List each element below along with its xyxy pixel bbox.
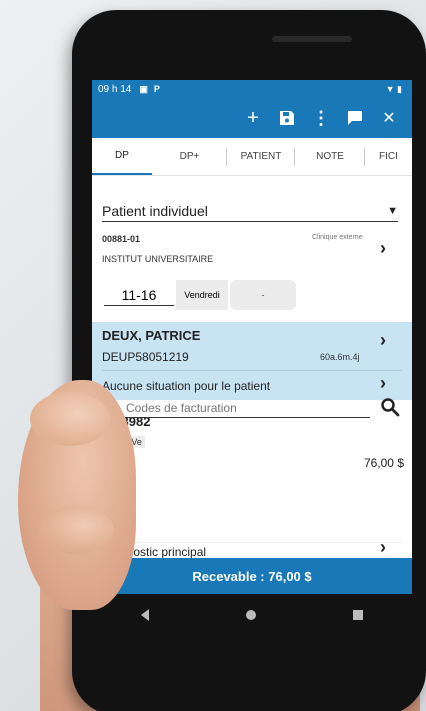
notification-icon: ▣	[139, 83, 148, 94]
receivable-bar: Recevable : 76,00 $	[92, 558, 412, 594]
patient-type-select[interactable]: Patient individuel ▼	[102, 200, 398, 222]
situation-chevron-icon[interactable]: ›	[380, 373, 386, 394]
patient-type-value: Patient individuel	[102, 202, 208, 219]
finger-top	[30, 392, 110, 446]
message-button[interactable]	[338, 101, 372, 135]
facility-name: INSTITUT UNIVERSITAIRE	[102, 254, 214, 264]
patient-id: DEUP58051219	[102, 350, 189, 364]
save-icon	[280, 111, 294, 125]
wifi-battery-icon: ▼ ▮	[385, 83, 402, 94]
billing-codes-input[interactable]: Codes de facturation	[126, 398, 370, 418]
app-p-icon: P	[153, 84, 160, 94]
extra-pill[interactable]: -	[230, 280, 296, 310]
dropdown-caret-icon: ▼	[387, 204, 398, 217]
phone-screen: 09 h 14 ▣ P ▼ ▮ + ⋮ ✕ DP DP+ PATIENT NOT…	[92, 80, 412, 594]
more-button[interactable]: ⋮	[304, 101, 338, 135]
message-icon	[348, 111, 362, 125]
visit-amount: 76,00 $	[363, 456, 404, 470]
patient-name: DEUX, PATRICE	[102, 328, 201, 343]
patient-age: 60a.6m.4j	[320, 352, 360, 362]
system-nav-bar	[92, 594, 412, 636]
finger-bottom	[38, 506, 114, 554]
facility-chevron-icon[interactable]: ›	[380, 238, 386, 259]
patient-card[interactable]: DEUX, PATRICE DEUP58051219 60a.6m.4j › A…	[92, 322, 412, 400]
tab-bar: DP DP+ PATIENT NOTE FICI	[92, 138, 412, 176]
home-icon[interactable]	[245, 610, 256, 620]
diagnostic-chevron-icon: ›	[380, 537, 386, 557]
tab-dp-plus[interactable]: DP+	[152, 138, 227, 175]
facility-category: Clinique externe	[312, 234, 363, 241]
date-field[interactable]: 11-16	[104, 284, 174, 306]
tab-patient[interactable]: PATIENT	[227, 138, 295, 175]
tab-dp[interactable]: DP	[92, 138, 152, 175]
close-button[interactable]: ✕	[372, 101, 406, 135]
back-icon[interactable]	[140, 609, 149, 621]
status-time: 09 h 14	[98, 83, 132, 95]
app-bar: + ⋮ ✕	[92, 98, 412, 138]
billing-codes-row: + Codes de facturation	[102, 394, 402, 421]
add-button[interactable]: +	[236, 101, 270, 135]
facility-code: 00881-01	[102, 234, 141, 244]
search-icon[interactable]	[380, 397, 402, 419]
patient-divider	[102, 370, 402, 371]
speaker-grille	[272, 36, 352, 42]
patient-chevron-icon[interactable]: ›	[380, 330, 386, 351]
save-button[interactable]	[270, 101, 304, 135]
patient-situation: Aucune situation pour le patient	[102, 379, 271, 393]
recents-icon[interactable]	[353, 610, 364, 620]
plus-icon: +	[247, 106, 259, 129]
tab-fici[interactable]: FICI	[365, 138, 412, 175]
more-vert-icon: ⋮	[312, 107, 330, 128]
day-pill[interactable]: Vendredi	[176, 280, 228, 310]
status-bar: 09 h 14 ▣ P ▼ ▮	[92, 80, 412, 98]
close-icon: ✕	[382, 110, 396, 127]
tab-note[interactable]: NOTE	[295, 138, 365, 175]
facility-block[interactable]: 00881-01 INSTITUT UNIVERSITAIRE	[102, 234, 213, 264]
